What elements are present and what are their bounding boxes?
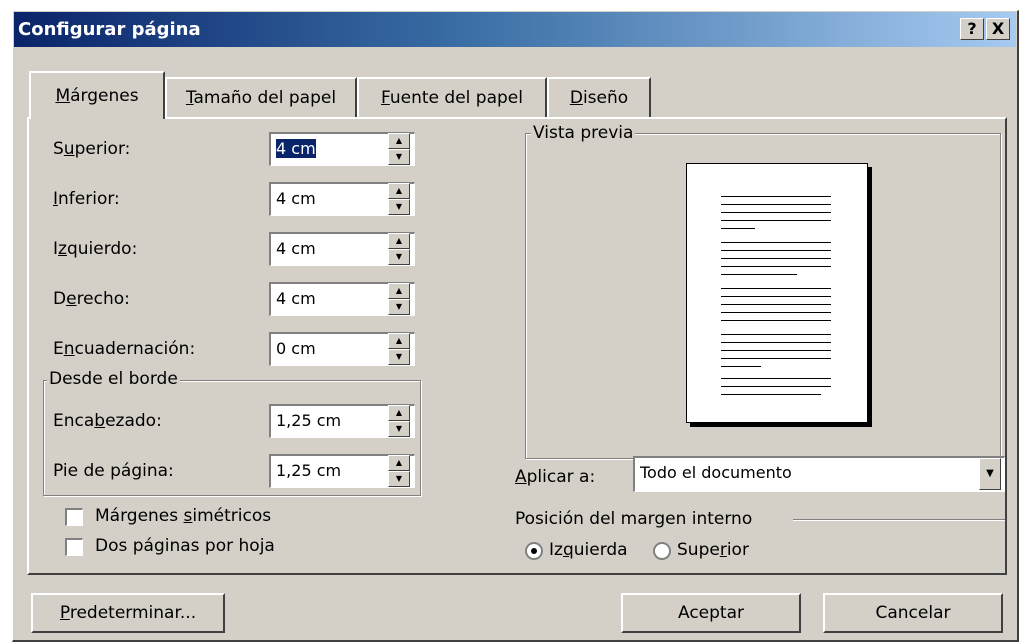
dialog-title: Configurar página (18, 19, 201, 40)
close-icon: X (991, 19, 1005, 38)
tab-paper-size[interactable]: Tamaño del papel (165, 77, 357, 117)
tab-margins[interactable]: Márgenes (29, 71, 165, 119)
tab-panel-margins (27, 117, 1007, 575)
page-setup-dialog: Configurar página ? X Márgenes Tamaño de… (12, 10, 1019, 642)
cancel-button[interactable]: Cancelar (823, 593, 1003, 633)
tab-paper-source[interactable]: Fuente del papel (357, 77, 547, 117)
title-bar: Configurar página ? X (14, 12, 1016, 47)
close-button[interactable]: X (986, 18, 1010, 40)
ok-button[interactable]: Aceptar (621, 593, 801, 633)
tab-layout[interactable]: Diseño (547, 77, 651, 117)
help-button[interactable]: ? (960, 18, 984, 40)
default-button[interactable]: Predeterminar... (31, 593, 225, 633)
help-icon: ? (967, 19, 977, 38)
